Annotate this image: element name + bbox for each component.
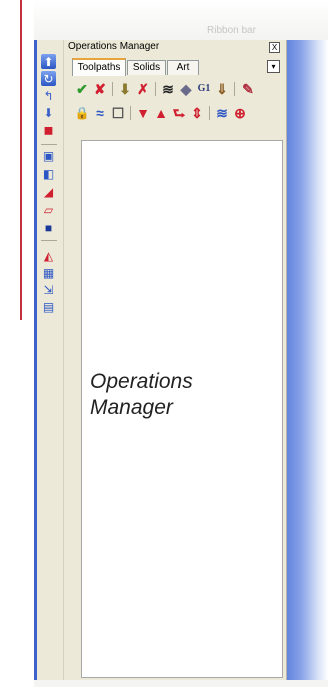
operations-tree-area[interactable]: Operations Manager	[81, 140, 283, 678]
insert-arrow-icon[interactable]: ⮑	[171, 105, 187, 121]
sidebar-tool-10-icon[interactable]: ■	[41, 220, 56, 235]
backplot-icon[interactable]: ◆	[178, 81, 194, 97]
sidebar-tool-7-icon[interactable]: ◧	[41, 166, 56, 181]
sidebar-tool-1-icon[interactable]: ⬆	[41, 54, 56, 69]
post-g1-icon[interactable]: G1	[196, 81, 212, 97]
move-up-icon[interactable]: ▲	[153, 105, 169, 121]
sidebar-separator	[41, 144, 57, 145]
ribbon-label: Ribbon bar	[207, 25, 256, 36]
select-all-icon[interactable]: ✔	[74, 81, 90, 97]
toolbar-separator	[209, 106, 210, 120]
lock-icon[interactable]: 🔒	[74, 105, 90, 121]
panel-title: Operations Manager	[68, 41, 160, 52]
toolbar-separator	[155, 82, 156, 96]
canvas-label-line-2: Manager	[90, 396, 173, 419]
delete-icon[interactable]: ✎	[240, 81, 256, 97]
left-toolbar: ⬆ ↻ ↰ ⬇ ◼ ▣ ◧ ◢ ▱ ■ ◭ ▦ ⇲ ▤	[37, 40, 64, 680]
panel-dropdown-button[interactable]: ▾	[267, 60, 280, 73]
sidebar-tool-14-icon[interactable]: ▤	[41, 299, 56, 314]
toolbar-row-2: 🔒 ≈ ☐ ▼ ▲ ⮑ ⇕ ≋ ⊕	[72, 102, 284, 124]
bottom-strip	[34, 680, 328, 687]
sidebar-tool-6-icon[interactable]: ▣	[41, 148, 56, 163]
sidebar-tool-9-icon[interactable]: ▱	[41, 202, 56, 217]
sidebar-tool-12-icon[interactable]: ▦	[41, 265, 56, 280]
regen-selected-icon[interactable]: ⬇	[117, 81, 133, 97]
sidebar-tool-8-icon[interactable]: ◢	[41, 184, 56, 199]
sidebar-tool-13-icon[interactable]: ⇲	[41, 282, 56, 297]
ribbon-area: Ribbon bar	[34, 0, 328, 40]
window-blue-glow	[280, 40, 328, 680]
sidebar-tool-4-icon[interactable]: ⬇	[41, 105, 56, 120]
tab-solids[interactable]: Solids	[127, 60, 166, 75]
select-failed-icon[interactable]: ✘	[92, 81, 108, 97]
panel-titlebar: Operations Manager X	[64, 40, 286, 54]
tab-toolpaths[interactable]: Toolpaths	[72, 58, 126, 76]
toggle-posting-icon[interactable]: ☐	[110, 105, 126, 121]
canvas-label-line-1: Operations	[90, 370, 193, 393]
only-display-icon[interactable]: ≋	[214, 105, 230, 121]
toggle-display-icon[interactable]: ≈	[92, 105, 108, 121]
sidebar-tool-3-icon[interactable]: ↰	[41, 88, 56, 103]
toolbar-row-1: ✔ ✘ ⬇ ✗ ≋ ◆ G1 ⇓ ✎	[72, 78, 284, 100]
move-down-icon[interactable]: ▼	[135, 105, 151, 121]
sidebar-tool-2-icon[interactable]: ↻	[41, 71, 56, 86]
operations-manager-panel: Operations Manager X Toolpaths Solids Ar…	[64, 40, 287, 680]
help-icon[interactable]: ⊕	[232, 105, 248, 121]
red-marker-line	[20, 0, 22, 320]
highfeed-icon[interactable]: ⇓	[214, 81, 230, 97]
sidebar-tool-5-icon[interactable]: ◼	[41, 122, 56, 137]
scroll-icon[interactable]: ⇕	[189, 105, 205, 121]
canvas-callout-label: Operations Manager	[90, 369, 270, 421]
sidebar-tool-11-icon[interactable]: ◭	[41, 248, 56, 263]
close-button[interactable]: X	[269, 42, 280, 53]
toolbar-separator	[234, 82, 235, 96]
toolbar-separator	[130, 106, 131, 120]
tab-art[interactable]: Art	[167, 60, 199, 75]
regen-dirty-icon[interactable]: ✗	[135, 81, 151, 97]
toolbar-separator	[112, 82, 113, 96]
verify-icon[interactable]: ≋	[160, 81, 176, 97]
sidebar-separator	[41, 240, 57, 241]
